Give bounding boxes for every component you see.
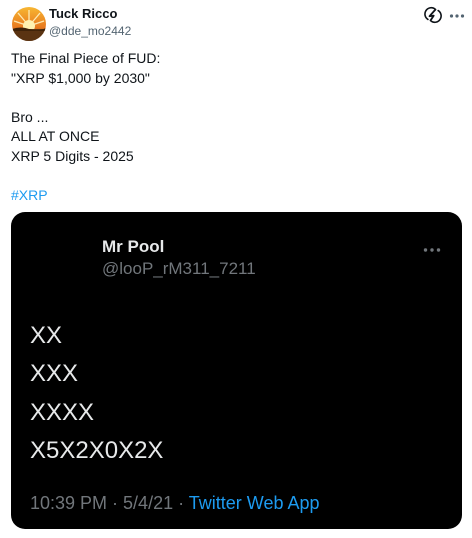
quoted-date[interactable]: 5/4/21 (123, 493, 173, 513)
more-icon[interactable] (448, 7, 466, 25)
quoted-meta: 10:39 PM · 5/4/21 · Twitter Web App (30, 493, 320, 514)
quoted-line: XX (30, 322, 63, 349)
meta-separator: · (173, 493, 189, 513)
quoted-line: XXX (30, 360, 79, 388)
tweet-line: "XRP $1,000 by 2030" (11, 69, 150, 86)
tweet-line (11, 88, 451, 108)
quoted-tweet-text: XX XXX XXXX X5X2X0X2X (30, 317, 163, 470)
tweet: Tuck Ricco @dde_mo2442 The Final Piece o… (0, 0, 472, 538)
quoted-source-app[interactable]: Twitter Web App (189, 493, 320, 513)
quoted-line: X5X2X0X2X (30, 436, 164, 464)
tweet-line: XRP 5 Digits - 2025 (11, 147, 134, 164)
tweet-line: The Final Piece of FUD: (11, 50, 161, 66)
quoted-line: XXXX (30, 398, 95, 426)
author-avatar[interactable] (12, 7, 46, 41)
quoted-author-handle[interactable]: @looP_rM311_7211 (102, 259, 256, 279)
tweet-text: The Final Piece of FUD: "XRP $1,000 by 2… (11, 49, 451, 205)
author-handle[interactable]: @dde_mo2442 (49, 24, 131, 38)
author-name[interactable]: Tuck Ricco (49, 6, 117, 21)
quoted-more-icon[interactable] (422, 242, 442, 252)
grok-icon[interactable] (424, 6, 442, 24)
quoted-time[interactable]: 10:39 PM (30, 493, 107, 513)
quoted-tweet-card[interactable]: Mr Pool @looP_rM311_7211 XX XXX XXXX X5X… (11, 212, 462, 529)
meta-separator: · (107, 493, 124, 513)
tweet-line: Bro ... (11, 108, 49, 125)
tweet-line: ALL AT ONCE (11, 128, 100, 144)
tweet-line (11, 166, 451, 186)
quoted-author-name[interactable]: Mr Pool (102, 237, 164, 257)
hashtag-link[interactable]: #XRP (11, 187, 48, 203)
sunset-avatar-icon (12, 7, 46, 41)
